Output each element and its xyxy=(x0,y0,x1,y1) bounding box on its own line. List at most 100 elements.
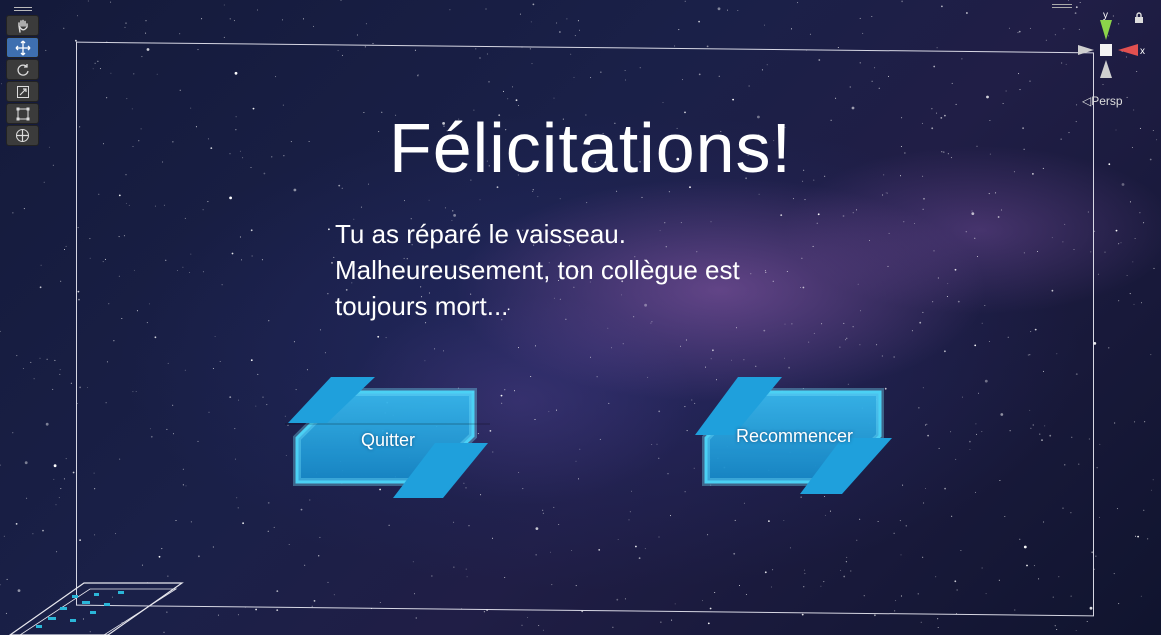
star xyxy=(1150,489,1152,491)
toolbar-grip[interactable] xyxy=(13,4,32,14)
star xyxy=(521,624,523,626)
star xyxy=(1017,32,1019,34)
scene-orientation-gizmo[interactable]: y x xyxy=(1070,8,1156,108)
hand-tool-button[interactable] xyxy=(6,15,39,36)
y-axis-cone[interactable] xyxy=(1100,20,1112,40)
star xyxy=(229,18,231,20)
move-tool-button[interactable] xyxy=(6,37,39,58)
projection-label: Persp xyxy=(1091,94,1123,108)
star xyxy=(717,7,721,11)
star xyxy=(1099,443,1101,445)
star xyxy=(52,388,54,390)
star xyxy=(1008,27,1010,29)
star xyxy=(1068,0,1070,1)
star xyxy=(45,422,49,426)
star xyxy=(1099,516,1100,518)
star xyxy=(1079,2,1081,3)
y-axis-label: y xyxy=(1103,10,1108,21)
projection-toggle[interactable]: ◁Persp xyxy=(1082,94,1123,108)
star xyxy=(415,617,417,619)
star xyxy=(519,13,521,15)
star xyxy=(303,18,304,20)
star xyxy=(485,8,487,10)
star xyxy=(791,28,792,30)
star xyxy=(22,368,24,369)
star xyxy=(365,23,367,25)
star xyxy=(1097,273,1099,275)
star xyxy=(937,627,939,628)
star xyxy=(145,20,147,22)
star xyxy=(660,621,662,623)
star xyxy=(1152,479,1154,481)
star xyxy=(698,20,700,23)
star xyxy=(0,330,1,332)
star xyxy=(577,20,579,22)
star xyxy=(77,15,78,17)
star xyxy=(1137,535,1139,538)
star xyxy=(356,34,358,36)
gizmo-center-cube[interactable] xyxy=(1100,44,1112,56)
star xyxy=(217,614,219,616)
star xyxy=(12,212,14,214)
star xyxy=(282,19,283,21)
star xyxy=(1108,347,1110,349)
star xyxy=(1135,535,1137,537)
star xyxy=(60,280,62,282)
star xyxy=(32,533,34,535)
star xyxy=(70,382,72,384)
scene-grid-decoration xyxy=(8,582,184,635)
rotate-tool-button[interactable] xyxy=(6,59,39,80)
star xyxy=(1,83,2,85)
star xyxy=(237,614,239,616)
star xyxy=(64,249,65,250)
quit-button-label: Quitter xyxy=(361,430,416,450)
restart-button[interactable]: Recommencer xyxy=(692,374,897,500)
star xyxy=(24,461,28,465)
star xyxy=(1115,229,1118,232)
star xyxy=(674,45,676,47)
star xyxy=(612,626,614,628)
x-axis-cone[interactable] xyxy=(1118,44,1138,56)
neg-x-axis-cone[interactable] xyxy=(1078,45,1094,55)
star xyxy=(556,22,558,24)
message-line: Malheureusement, ton collègue est xyxy=(335,255,740,285)
scale-tool-button[interactable] xyxy=(6,81,39,102)
x-axis-label: x xyxy=(1140,46,1145,57)
star xyxy=(684,0,686,2)
star xyxy=(530,21,532,23)
star xyxy=(527,617,528,618)
star xyxy=(58,497,60,499)
star xyxy=(1095,555,1097,557)
star xyxy=(1086,621,1088,622)
star xyxy=(671,619,673,621)
star xyxy=(42,529,44,532)
star xyxy=(920,621,922,623)
star xyxy=(678,29,680,31)
star xyxy=(60,488,62,490)
quit-button[interactable]: Quitter xyxy=(285,374,490,500)
star xyxy=(223,36,225,38)
gizmo-grip[interactable] xyxy=(1052,4,1072,10)
star xyxy=(859,17,861,19)
star xyxy=(30,361,32,363)
neg-z-axis-cone[interactable] xyxy=(1100,60,1112,78)
star xyxy=(1129,293,1131,295)
star xyxy=(223,4,225,6)
star xyxy=(737,10,739,11)
star xyxy=(1056,629,1058,630)
star xyxy=(837,47,839,48)
star xyxy=(538,625,540,626)
star xyxy=(559,31,561,33)
star xyxy=(63,27,65,29)
star xyxy=(1118,300,1120,302)
star xyxy=(59,369,61,371)
star xyxy=(145,32,147,34)
star xyxy=(65,245,67,247)
star xyxy=(179,33,181,35)
star xyxy=(1144,421,1146,423)
star xyxy=(1018,30,1021,33)
star xyxy=(23,208,25,210)
star xyxy=(1096,467,1098,469)
star xyxy=(727,9,728,11)
star xyxy=(1120,242,1122,244)
